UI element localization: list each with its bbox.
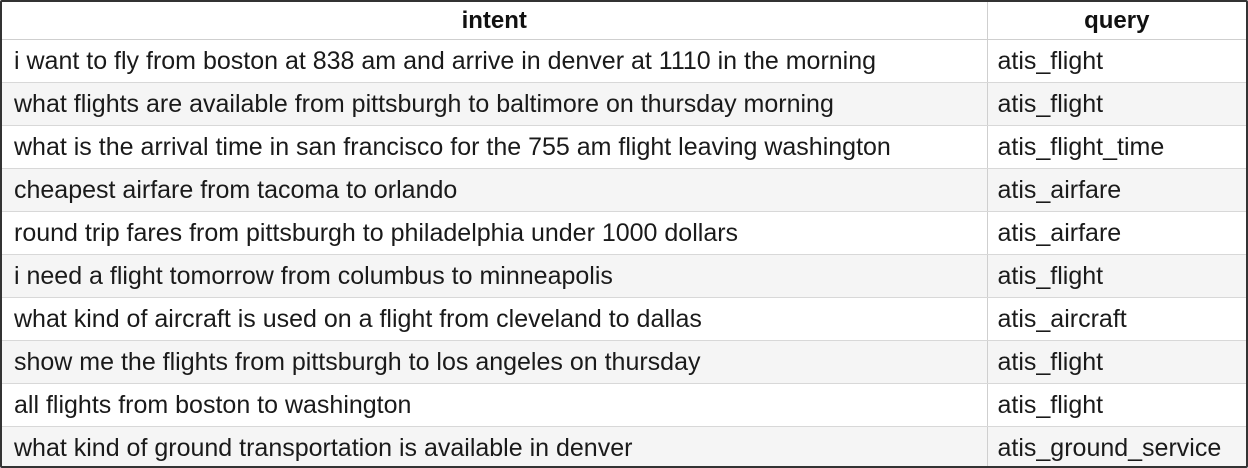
table-row[interactable]: show me the flights from pittsburgh to l… — [2, 340, 1246, 384]
cell-intent: round trip fares from pittsburgh to phil… — [2, 211, 987, 255]
cell-intent: cheapest airfare from tacoma to orlando — [2, 168, 987, 212]
cell-query: atis_aircraft — [986, 297, 1246, 341]
cell-query: atis_ground_service — [986, 426, 1246, 466]
table-header-row: intent query — [2, 2, 1246, 40]
table-row[interactable]: round trip fares from pittsburgh to phil… — [2, 211, 1246, 255]
cell-query: atis_flight_time — [986, 125, 1246, 169]
table-row[interactable]: all flights from boston to washington at… — [2, 383, 1246, 427]
cell-intent: i need a flight tomorrow from columbus t… — [2, 254, 987, 298]
table-row[interactable]: what kind of ground transportation is av… — [2, 426, 1246, 466]
cell-query: atis_flight — [986, 340, 1246, 384]
cell-intent: i want to fly from boston at 838 am and … — [2, 39, 987, 83]
data-table: intent query i want to fly from boston a… — [2, 2, 1246, 466]
cell-query: atis_airfare — [986, 211, 1246, 255]
column-header-query[interactable]: query — [986, 2, 1246, 40]
cell-query: atis_airfare — [986, 168, 1246, 212]
cell-intent: what flights are available from pittsbur… — [2, 82, 987, 126]
cell-intent: what kind of ground transportation is av… — [2, 426, 987, 466]
table-row[interactable]: what flights are available from pittsbur… — [2, 82, 1246, 126]
cell-intent: what kind of aircraft is used on a fligh… — [2, 297, 987, 341]
cell-query: atis_flight — [986, 383, 1246, 427]
table-row[interactable]: i want to fly from boston at 838 am and … — [2, 39, 1246, 83]
table-row[interactable]: i need a flight tomorrow from columbus t… — [2, 254, 1246, 298]
cell-query: atis_flight — [986, 39, 1246, 83]
table-row[interactable]: what kind of aircraft is used on a fligh… — [2, 297, 1246, 341]
cell-intent: what is the arrival time in san francisc… — [2, 125, 987, 169]
cell-query: atis_flight — [986, 82, 1246, 126]
table-row[interactable]: what is the arrival time in san francisc… — [2, 125, 1246, 169]
cell-intent: show me the flights from pittsburgh to l… — [2, 340, 987, 384]
cell-query: atis_flight — [986, 254, 1246, 298]
cell-intent: all flights from boston to washington — [2, 383, 987, 427]
data-table-container: intent query i want to fly from boston a… — [0, 0, 1248, 468]
column-header-intent[interactable]: intent — [2, 2, 987, 40]
table-row[interactable]: cheapest airfare from tacoma to orlando … — [2, 168, 1246, 212]
